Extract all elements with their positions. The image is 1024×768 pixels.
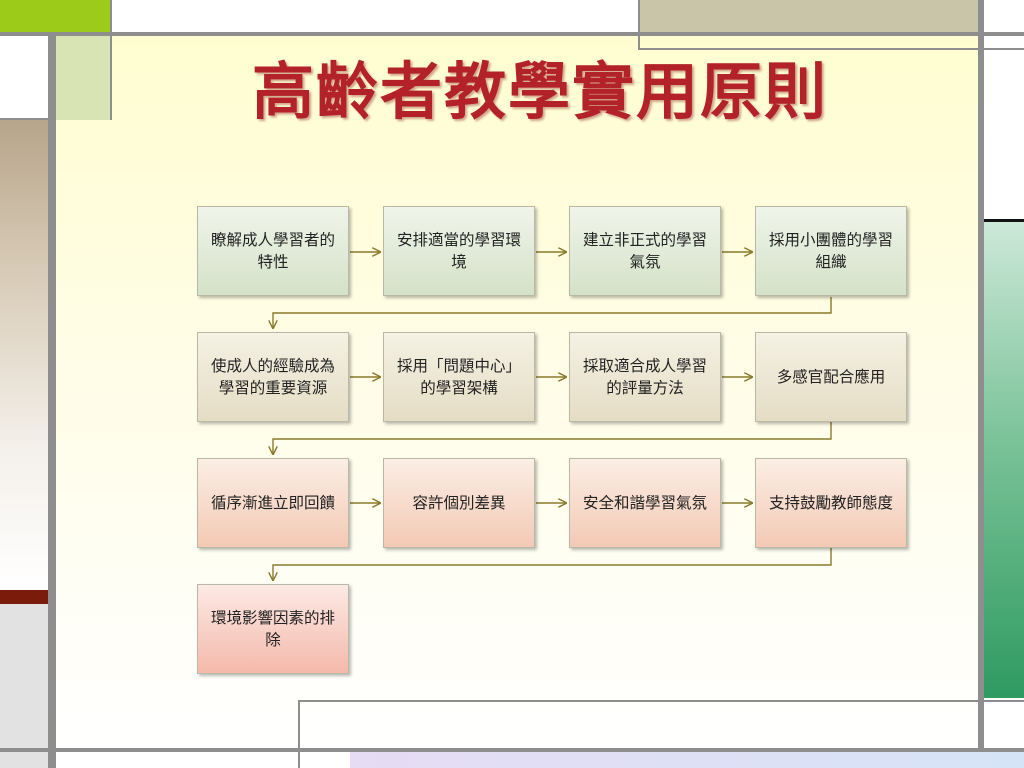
flow-step-4: 採用小團體的學習組織 <box>755 206 907 296</box>
flow-step-7: 採取適合成人學習的評量方法 <box>569 332 721 422</box>
flow-step-9: 循序漸進立即回饋 <box>197 458 349 548</box>
flow-step-3: 建立非正式的學習氣氛 <box>569 206 721 296</box>
flow-step-12: 支持鼓勵教師態度 <box>755 458 907 548</box>
flow-step-6: 採用「問題中心」的學習架構 <box>383 332 535 422</box>
flow-step-13: 環境影響因素的排除 <box>197 584 349 674</box>
flow-wrap-arrow <box>273 548 832 580</box>
flow-step-8: 多感官配合應用 <box>755 332 907 422</box>
flow-wrap-arrow <box>273 422 832 454</box>
flow-step-1: 瞭解成人學習者的特性 <box>197 206 349 296</box>
flow-step-5: 使成人的經驗成為學習的重要資源 <box>197 332 349 422</box>
flow-wrap-arrow <box>273 297 832 328</box>
flow-step-10: 容許個別差異 <box>383 458 535 548</box>
flow-step-11: 安全和諧學習氣氛 <box>569 458 721 548</box>
flow-step-2: 安排適當的學習環境 <box>383 206 535 296</box>
